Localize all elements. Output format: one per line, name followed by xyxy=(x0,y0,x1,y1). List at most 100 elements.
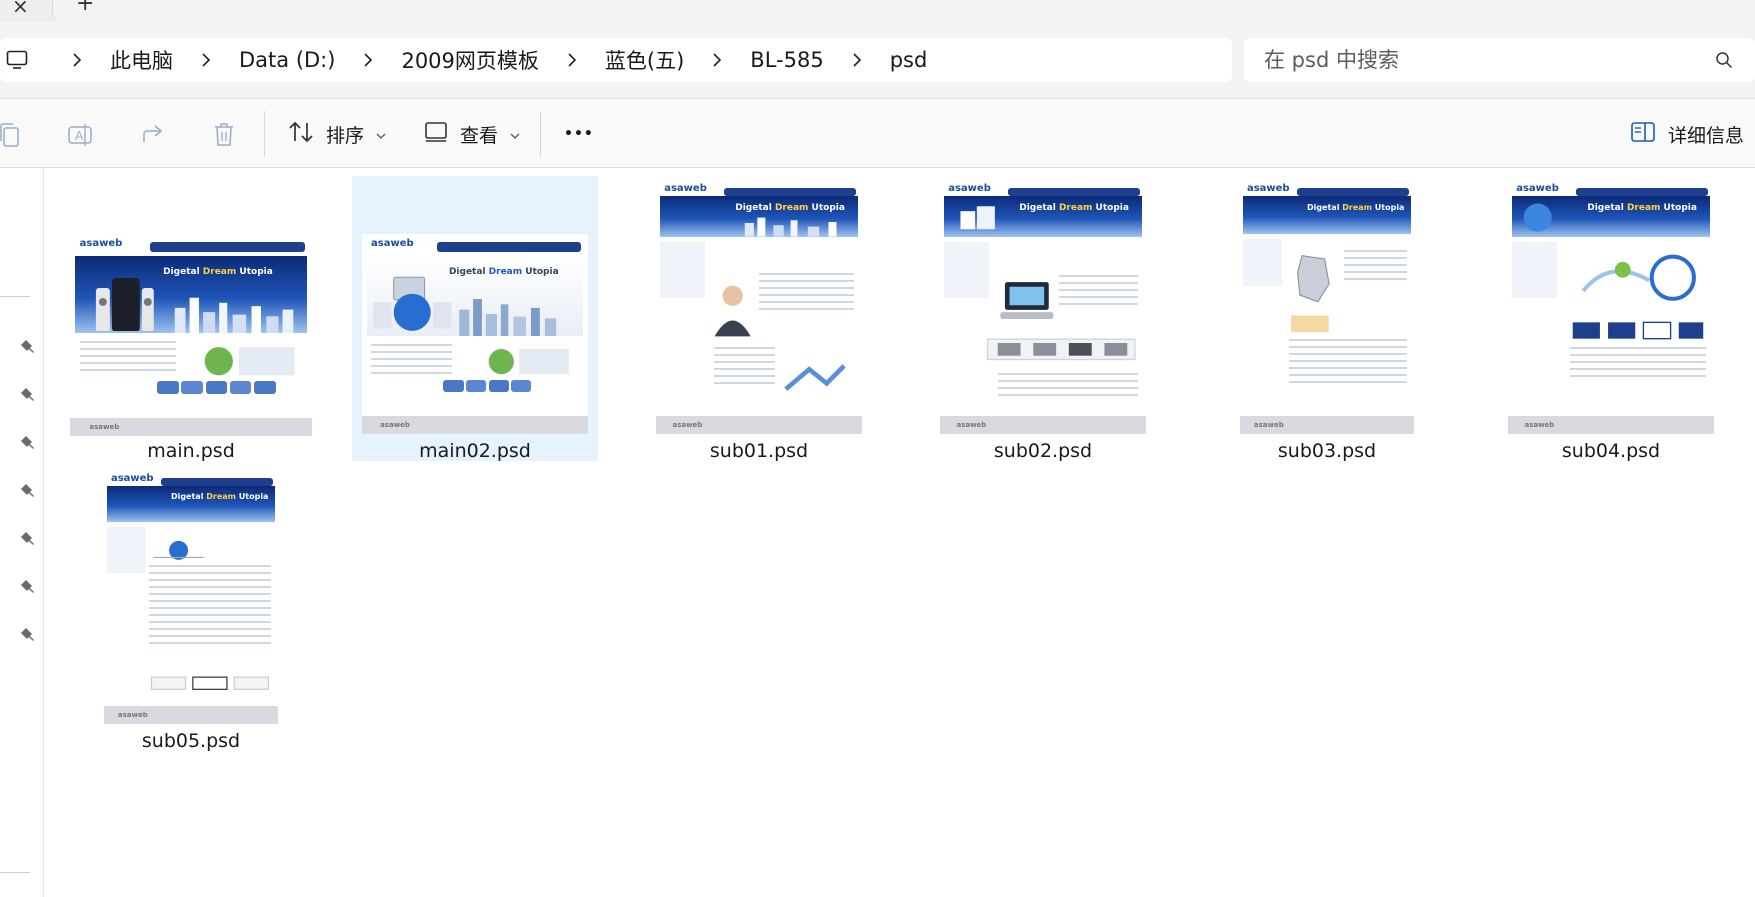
banner-title-post: Utopia xyxy=(236,266,273,277)
new-tab-icon[interactable]: + xyxy=(76,0,94,16)
nav-divider xyxy=(0,296,30,297)
file-name[interactable]: sub02.psd xyxy=(920,440,1166,462)
file-item-sub04[interactable]: asaweb Digetal Dream Utopia asaweb sub04… xyxy=(1488,176,1734,462)
chevron-right-icon[interactable] xyxy=(64,38,90,82)
file-item-sub05[interactable]: asaweb Digetal Dream Utopia asaweb sub05… xyxy=(68,466,314,752)
file-item-main[interactable]: asaweb Digetal Dream Utopia asaweb main.… xyxy=(68,176,314,462)
file-name[interactable]: sub03.psd xyxy=(1204,440,1450,462)
breadcrumb-item-blue[interactable]: 蓝色(五) xyxy=(605,38,684,82)
breadcrumb-item-drive[interactable]: Data (D:) xyxy=(239,38,335,82)
file-name[interactable]: main.psd xyxy=(68,440,314,462)
banner-title-pre: Digetal xyxy=(1019,203,1059,214)
thumbnail-logo-text: asaweb xyxy=(110,473,154,485)
banner-title-em: Dream xyxy=(202,266,237,277)
pin-icon[interactable] xyxy=(20,386,38,404)
thumbnail-footer-logo: asaweb xyxy=(89,422,120,431)
chevron-right-icon[interactable] xyxy=(844,38,870,82)
file-thumbnail: asaweb Digetal Dream Utopia asaweb xyxy=(1240,178,1414,434)
pin-icon[interactable] xyxy=(20,578,38,596)
active-tab[interactable] xyxy=(52,0,1755,22)
sort-label: 排序 xyxy=(326,124,365,147)
chevron-right-icon[interactable] xyxy=(559,38,585,82)
banner-title-em: Dream xyxy=(1342,202,1372,212)
banner-title-pre: Digetal xyxy=(735,203,775,214)
pin-icon[interactable] xyxy=(20,434,38,452)
tab-strip: × + xyxy=(0,0,1755,22)
sort-button[interactable]: 排序 xyxy=(288,113,386,155)
banner-title-em: Dream xyxy=(774,203,809,214)
breadcrumb-item-this-pc[interactable]: 此电脑 xyxy=(110,38,173,82)
banner-title-post: Utopia xyxy=(235,492,269,502)
file-item-sub01[interactable]: asaweb Digetal Dream Utopia asaweb sub01… xyxy=(636,176,882,462)
banner-title-em: Dream xyxy=(1058,203,1093,214)
command-separator xyxy=(264,111,265,157)
search-box[interactable] xyxy=(1244,38,1755,82)
svg-text:A: A xyxy=(75,129,84,143)
view-button[interactable]: 查看 xyxy=(424,113,520,155)
banner-title-pre: Digetal xyxy=(1306,202,1343,212)
chevron-right-icon[interactable] xyxy=(355,38,381,82)
navigation-pane[interactable] xyxy=(0,168,44,897)
file-thumbnail: asaweb Digetal Dream Utopia asaweb xyxy=(70,234,312,436)
file-name[interactable]: sub04.psd xyxy=(1488,440,1734,462)
thumbnail-logo-text: asaweb xyxy=(948,183,991,195)
file-item-main02[interactable]: asaweb Digetal Dream Utopia asaweb main0… xyxy=(352,176,598,462)
view-icon xyxy=(424,121,448,148)
thumbnail-logo-text: asaweb xyxy=(371,238,414,249)
command-separator xyxy=(540,111,541,157)
breadcrumb[interactable]: 此电脑 Data (D:) 2009网页模板 蓝色(五) BL-585 psd xyxy=(0,38,1232,82)
pin-icon[interactable] xyxy=(20,626,38,644)
thumbnail-logo-text: asaweb xyxy=(1516,183,1559,195)
details-pane-button[interactable]: 详细信息 xyxy=(1630,113,1744,155)
file-name[interactable]: main02.psd xyxy=(352,440,598,462)
thumbnail-logo-text: asaweb xyxy=(1246,183,1290,195)
command-bar: A 排序 查看 ••• 详细信息 xyxy=(0,98,1755,168)
pin-icon[interactable] xyxy=(20,482,38,500)
this-pc-icon[interactable] xyxy=(4,50,30,70)
thumbnail-footer-logo: asaweb xyxy=(1253,421,1284,430)
banner-title-post: Utopia xyxy=(1660,203,1697,214)
details-pane-label: 详细信息 xyxy=(1668,124,1745,147)
thumbnail-footer-logo: asaweb xyxy=(380,421,410,430)
file-name[interactable]: sub01.psd xyxy=(636,440,882,462)
copy-icon[interactable] xyxy=(0,121,24,149)
nav-divider xyxy=(0,872,30,873)
file-name[interactable]: sub05.psd xyxy=(68,730,314,752)
view-label: 查看 xyxy=(460,124,499,147)
share-icon[interactable] xyxy=(139,121,167,149)
chevron-right-icon[interactable] xyxy=(193,38,219,82)
breadcrumb-item-bl585[interactable]: BL-585 xyxy=(750,38,823,82)
pin-icon[interactable] xyxy=(20,530,38,548)
breadcrumb-item-templates[interactable]: 2009网页模板 xyxy=(401,38,538,82)
banner-title-post: Utopia xyxy=(1371,202,1405,212)
file-item-sub02[interactable]: asaweb Digetal Dream Utopia asaweb sub02… xyxy=(920,176,1166,462)
thumbnail-footer-logo: asaweb xyxy=(117,711,148,720)
banner-title-post: Utopia xyxy=(1092,203,1129,214)
search-icon[interactable] xyxy=(1715,51,1733,73)
chevron-down-icon xyxy=(376,123,386,145)
tab-close-icon[interactable]: × xyxy=(12,0,29,18)
address-row: 此电脑 Data (D:) 2009网页模板 蓝色(五) BL-585 psd xyxy=(0,22,1755,98)
rename-icon[interactable]: A xyxy=(66,121,94,149)
file-thumbnail: asaweb Digetal Dream Utopia asaweb xyxy=(656,178,862,434)
thumbnail-footer-logo: asaweb xyxy=(1524,421,1555,430)
banner-title-post: Utopia xyxy=(522,267,559,278)
thumbnail-logo-text: asaweb xyxy=(79,238,123,250)
banner-title-pre: Digetal xyxy=(448,267,489,278)
thumbnail-footer-logo: asaweb xyxy=(956,421,987,430)
banner-title-pre: Digetal xyxy=(170,492,207,502)
file-item-sub03[interactable]: asaweb Digetal Dream Utopia asaweb sub03… xyxy=(1204,176,1450,462)
breadcrumb-item-psd[interactable]: psd xyxy=(890,38,928,82)
more-options-button[interactable]: ••• xyxy=(564,113,594,155)
chevron-right-icon[interactable] xyxy=(704,38,730,82)
banner-title-em: Dream xyxy=(206,492,236,502)
file-grid: asaweb Digetal Dream Utopia asaweb main.… xyxy=(44,168,1755,897)
details-pane-icon xyxy=(1630,121,1656,148)
delete-icon[interactable] xyxy=(210,121,238,149)
pin-icon[interactable] xyxy=(20,338,38,356)
banner-title-pre: Digetal xyxy=(163,266,203,277)
banner-title-pre: Digetal xyxy=(1587,203,1627,214)
search-input[interactable] xyxy=(1264,48,1694,72)
banner-title-em: Dream xyxy=(488,267,523,278)
file-explorer-window: × + 此电脑 Data (D:) 2009网页模板 蓝色(五) BL-585 … xyxy=(0,0,1755,897)
